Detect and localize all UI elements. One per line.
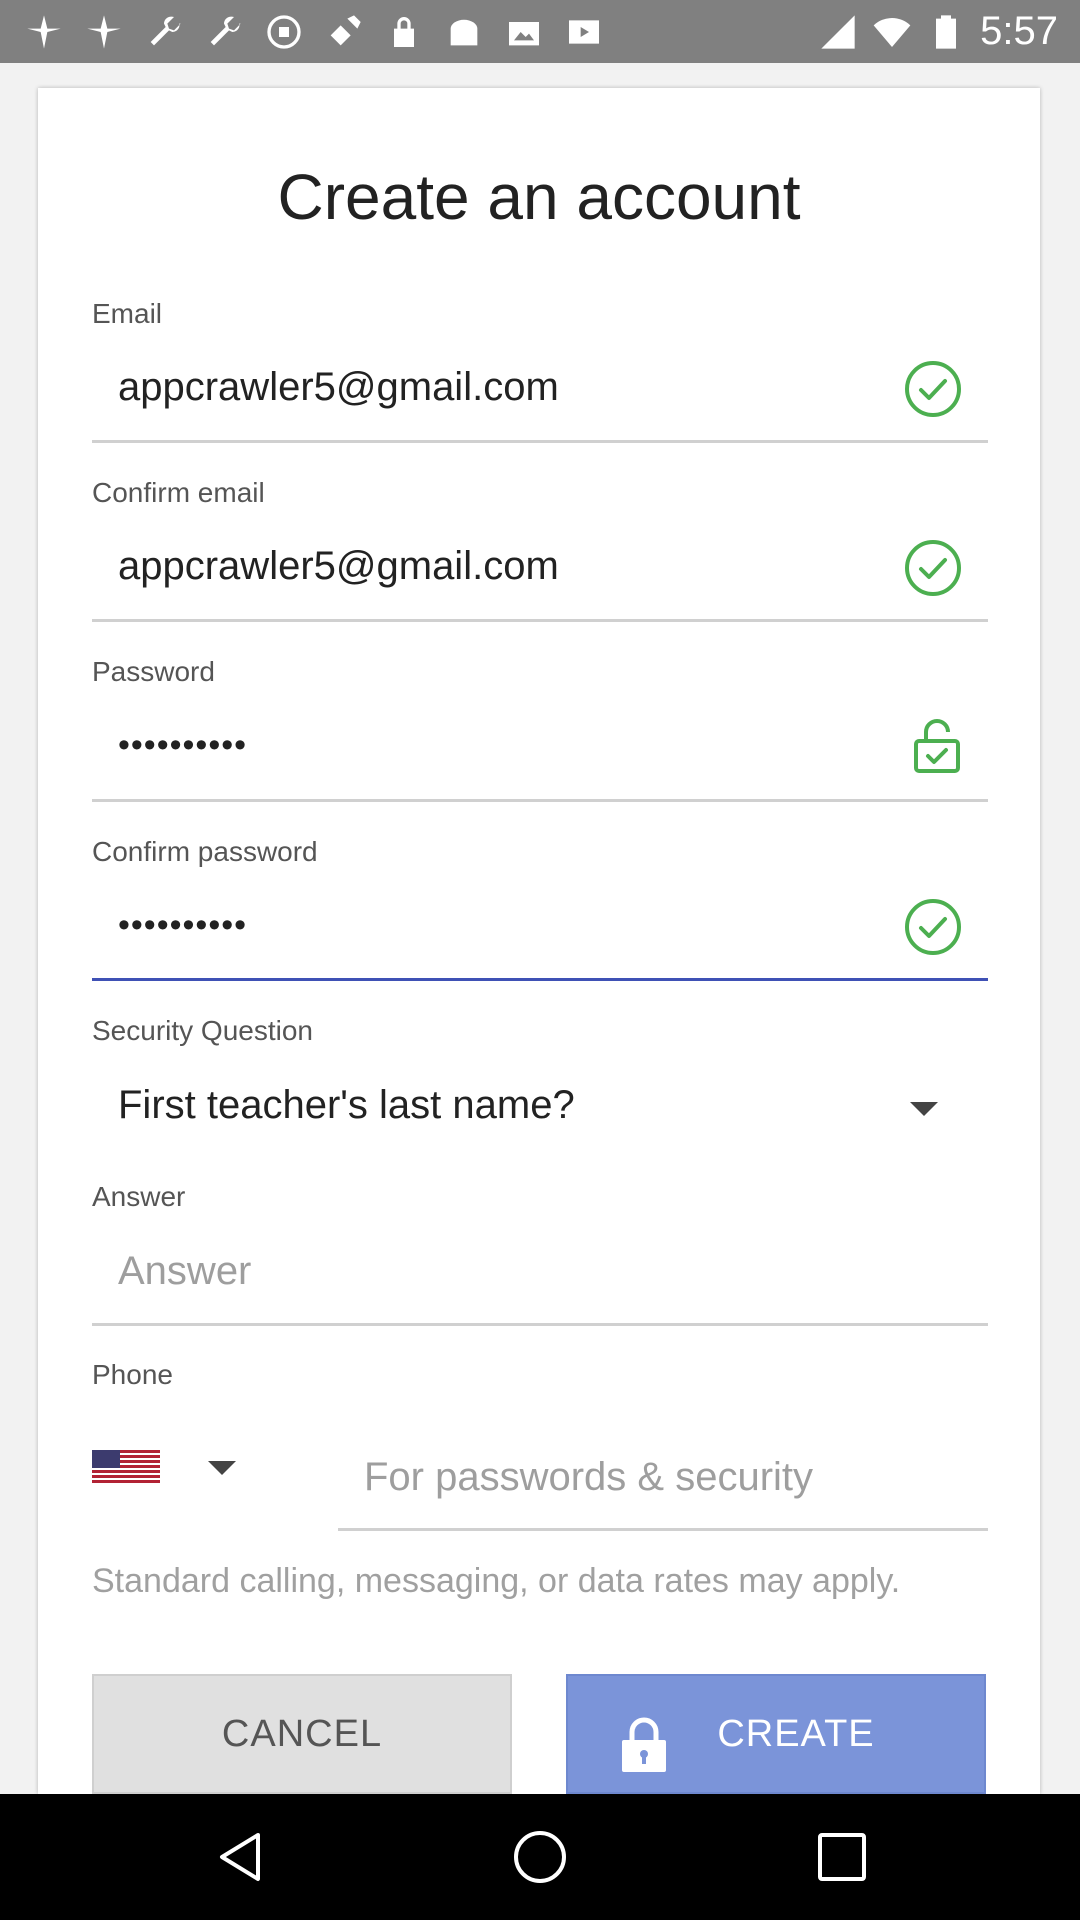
cancel-label: CANCEL	[221, 1712, 383, 1755]
cancel-button[interactable]: CANCEL	[92, 1674, 512, 1794]
confirm-email-field[interactable]: appcrawler5@gmail.com	[118, 544, 559, 589]
navigation-bar	[0, 1794, 1080, 1920]
phone-input[interactable]: For passwords & security	[364, 1455, 813, 1500]
check-circle-icon	[905, 899, 961, 955]
lock-check-icon[interactable]	[908, 716, 966, 774]
wrench-icon	[150, 16, 181, 46]
phone-label: Phone	[92, 1359, 173, 1390]
answer-label: Answer	[92, 1181, 186, 1212]
confirm-password-field[interactable]: ••••••••••	[118, 906, 247, 945]
create-label: CREATE	[717, 1712, 875, 1755]
confirm-password-label: Confirm password	[92, 836, 318, 867]
lock-icon	[622, 1717, 666, 1772]
pinwheel-icon	[27, 15, 61, 49]
password-field[interactable]: ••••••••••	[118, 726, 247, 765]
confirm-email-underline	[92, 619, 988, 622]
signal-icon	[821, 14, 855, 49]
answer-input[interactable]: Answer	[118, 1249, 251, 1294]
confirm-email-label: Confirm email	[92, 477, 265, 508]
password-underline	[92, 799, 988, 802]
country-dropdown-icon[interactable]	[208, 1461, 236, 1475]
confirm-password-underline	[92, 978, 988, 981]
rates-note: Standard calling, messaging, or data rat…	[92, 1562, 901, 1600]
satellite-icon	[330, 15, 361, 46]
wrench-icon	[210, 16, 241, 46]
page-title: Create an account	[277, 161, 801, 233]
email-field[interactable]: appcrawler5@gmail.com	[118, 365, 559, 410]
security-question-label: Security Question	[92, 1015, 313, 1046]
notification-icons	[24, 10, 604, 54]
play-icon	[569, 20, 599, 44]
check-circle-icon	[905, 361, 961, 417]
toast-icon	[450, 19, 478, 46]
phone-underline	[338, 1528, 988, 1531]
email-label: Email	[92, 298, 163, 329]
recent-apps-icon[interactable]	[812, 1827, 872, 1887]
chevron-down-icon[interactable]	[910, 1102, 938, 1116]
photo-icon	[509, 22, 539, 46]
us-flag-icon[interactable]	[92, 1450, 160, 1484]
security-question-select[interactable]: First teacher's last name?	[118, 1083, 575, 1128]
email-underline	[92, 440, 988, 443]
lock-icon	[394, 17, 414, 47]
pinwheel-icon	[87, 15, 121, 49]
no-sim-icon	[267, 15, 301, 49]
password-label: Password	[92, 656, 215, 687]
home-icon[interactable]	[510, 1827, 570, 1887]
create-button[interactable]: CREATE	[566, 1674, 986, 1794]
battery-icon	[936, 14, 957, 49]
answer-underline	[92, 1323, 988, 1326]
check-circle-icon	[905, 540, 961, 596]
status-bar: 5:57	[0, 0, 1080, 63]
back-icon[interactable]	[210, 1827, 270, 1887]
wifi-icon	[873, 17, 911, 47]
system-status: 5:57	[818, 0, 1058, 63]
clock: 5:57	[980, 9, 1058, 53]
